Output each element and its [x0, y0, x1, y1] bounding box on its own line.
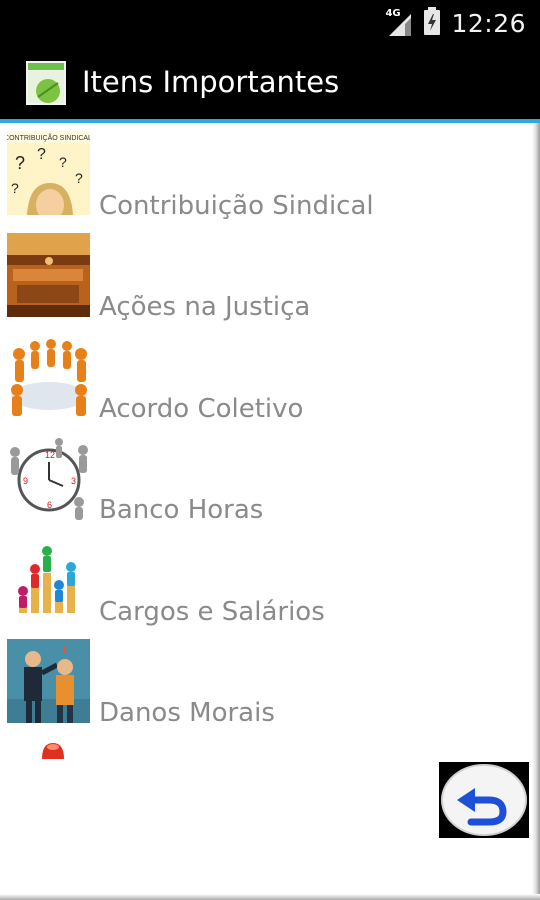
svg-text:?: ?	[11, 180, 19, 196]
back-arrow-icon	[441, 764, 527, 836]
action-bar: Itens Importantes	[0, 45, 540, 123]
list-item[interactable]: CONTRIBUIÇÃO SINDICAL ? ? ? ? ? Contribu…	[0, 123, 532, 225]
colored-people-bars-image	[7, 537, 90, 621]
list-item-label: Ações na Justiça	[99, 292, 311, 322]
clock: 12:26	[451, 8, 526, 38]
svg-text:6: 6	[47, 500, 52, 510]
list-item-label: Banco Horas	[99, 495, 264, 525]
svg-text:!: !	[63, 645, 66, 656]
list-item-label: Danos Morais	[99, 698, 275, 728]
courtroom-image	[7, 232, 90, 317]
network-type: 4G	[385, 8, 401, 19]
android-app-icon[interactable]	[26, 61, 66, 105]
status-bar: 4G 12:26	[0, 0, 540, 45]
list-item[interactable]: Ações na Justiça	[0, 225, 532, 327]
list-item[interactable]: Acordo Coletivo	[0, 326, 532, 428]
page-title: Itens Importantes	[82, 65, 340, 99]
businessmen-image: !	[7, 638, 90, 723]
partial-red-icon	[40, 737, 66, 761]
svg-text:3: 3	[71, 476, 76, 486]
signal-icon: 4G	[385, 8, 413, 36]
list-item-label: Cargos e Salários	[99, 596, 325, 627]
scroll-edge	[532, 123, 540, 900]
svg-text:?: ?	[75, 170, 83, 186]
list-item-label: Acordo Coletivo	[99, 393, 304, 424]
question-woman-image: CONTRIBUIÇÃO SINDICAL ? ? ? ? ?	[7, 131, 90, 215]
back-button[interactable]	[439, 762, 529, 838]
list-item[interactable]: 12 3 6 9 Banco Horas	[0, 428, 532, 530]
list-item[interactable]: Cargos e Salários	[0, 529, 532, 631]
clock-people-image: 12 3 6 9	[7, 435, 90, 520]
svg-text:12: 12	[45, 450, 55, 460]
list-item[interactable]: ! Danos Morais	[0, 631, 532, 733]
thumb-caption: CONTRIBUIÇÃO SINDICAL	[7, 133, 90, 142]
svg-text:9: 9	[23, 476, 28, 486]
battery-icon	[423, 7, 441, 39]
bottom-edge	[0, 894, 540, 900]
svg-text:?: ?	[59, 154, 67, 170]
items-list: CONTRIBUIÇÃO SINDICAL ? ? ? ? ? Contribu…	[0, 123, 532, 732]
meeting-table-image	[7, 334, 90, 418]
svg-text:?: ?	[15, 153, 25, 173]
list-item-label: Contribuição Sindical	[99, 190, 374, 221]
svg-text:?: ?	[37, 146, 46, 163]
status-icons: 4G 12:26	[385, 7, 526, 39]
